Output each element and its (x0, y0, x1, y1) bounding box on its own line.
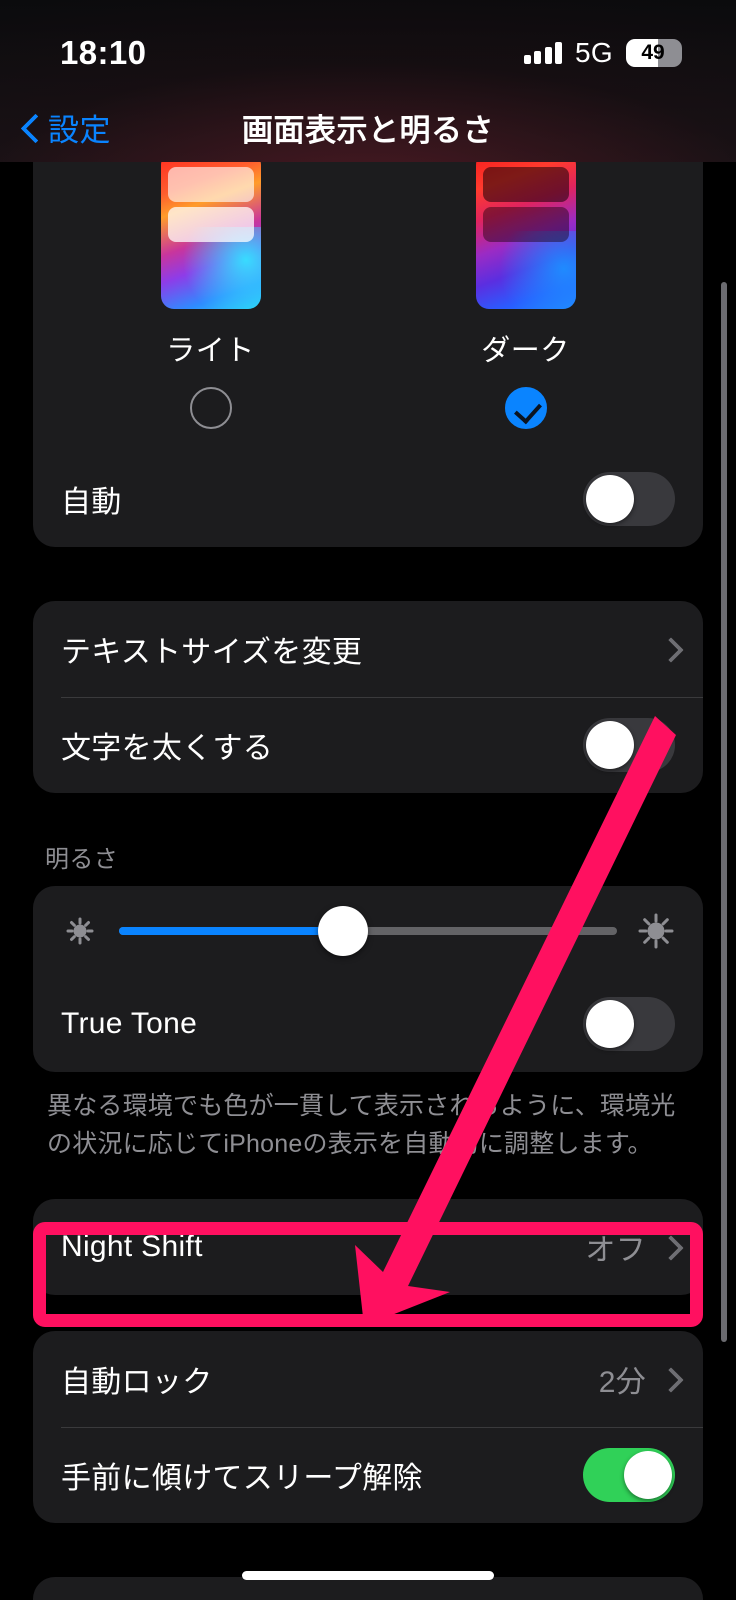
battery-percent-label: 49 (641, 41, 665, 64)
theme-option-label: ライト (166, 335, 255, 367)
true-tone-footer-text: 異なる環境でも色が一貫して表示されるように、環境光の状況に応じてiPhoneの表… (47, 1092, 676, 1158)
theme-option-dark[interactable]: ダーク (475, 162, 576, 429)
true-tone-toggle[interactable] (583, 997, 675, 1051)
row-bold-text[interactable]: 文字を太くする (33, 697, 703, 793)
row-raise-to-wake[interactable]: 手前に傾けてスリープ解除 (33, 1427, 703, 1523)
bold-text-toggle[interactable] (583, 718, 675, 772)
chevron-right-icon (662, 1368, 675, 1390)
row-value: 2分 (598, 1366, 646, 1399)
iphone-screen: 18:10 5G 49 設定 画面表示と明るさ ライト ダーク 自動 テキストサ… (0, 0, 736, 1600)
lock-settings-group: 自動ロック 2分 手前に傾けてスリープ解除 (33, 1331, 703, 1523)
appearance-group: ライト ダーク 自動 (33, 162, 703, 547)
brightness-section-header: 明るさ (45, 846, 119, 873)
status-bar: 18:10 5G 49 (0, 0, 736, 92)
row-label: 文字を太くする (61, 732, 274, 765)
settings-scroll-view[interactable]: ライト ダーク 自動 テキストサイズを変更 文字を太くする 明るさ True T… (0, 162, 736, 1600)
brightness-slider[interactable] (119, 906, 617, 956)
sun-small-icon (61, 912, 99, 950)
row-auto-appearance[interactable]: 自動 (33, 451, 703, 547)
back-button[interactable]: 設定 (22, 105, 111, 150)
row-text-size[interactable]: テキストサイズを変更 (33, 601, 703, 697)
row-label: 自動ロック (61, 1366, 213, 1399)
row-label: テキストサイズを変更 (61, 636, 363, 669)
cellular-signal-icon (523, 42, 563, 64)
auto-appearance-toggle[interactable] (583, 472, 675, 526)
status-bar-indicators: 5G 49 (523, 37, 682, 69)
row-label: True Tone (61, 1007, 198, 1040)
sun-large-icon (637, 912, 675, 950)
chevron-left-icon (22, 114, 37, 140)
dark-theme-radio-checked-icon[interactable] (504, 387, 547, 429)
light-theme-preview-icon (160, 162, 261, 309)
always-on-display-group: 常に画面オン オフ (33, 1577, 703, 1600)
network-type-label: 5G (575, 37, 613, 68)
appearance-selector: ライト ダーク (33, 162, 703, 451)
dark-theme-preview-icon (475, 162, 576, 309)
home-indicator (242, 1571, 494, 1580)
row-label: 自動 (61, 486, 122, 519)
chevron-right-icon (662, 1236, 675, 1258)
row-value: オフ (585, 1234, 646, 1267)
vertical-scrollbar[interactable] (721, 282, 727, 1342)
theme-option-light[interactable]: ライト (160, 162, 261, 429)
row-label: 手前に傾けてスリープ解除 (61, 1462, 423, 1495)
text-settings-group: テキストサイズを変更 文字を太くする (33, 601, 703, 793)
theme-option-label: ダーク (481, 335, 570, 367)
row-night-shift[interactable]: Night Shift オフ (33, 1199, 703, 1295)
raise-to-wake-toggle[interactable] (583, 1448, 675, 1502)
battery-icon: 49 (626, 39, 682, 67)
brightness-slider-row[interactable] (33, 886, 703, 976)
night-shift-group: Night Shift オフ (33, 1199, 703, 1295)
brightness-group: True Tone (33, 886, 703, 1072)
row-auto-lock[interactable]: 自動ロック 2分 (33, 1331, 703, 1427)
status-bar-time: 18:10 (60, 34, 147, 71)
row-always-on-display[interactable]: 常に画面オン オフ (33, 1577, 703, 1600)
light-theme-radio[interactable] (189, 387, 232, 429)
row-true-tone[interactable]: True Tone (33, 976, 703, 1072)
row-label: Night Shift (61, 1230, 203, 1263)
brightness-slider-knob[interactable] (318, 906, 369, 956)
back-button-label: 設定 (48, 112, 111, 148)
chevron-right-icon (662, 638, 675, 660)
